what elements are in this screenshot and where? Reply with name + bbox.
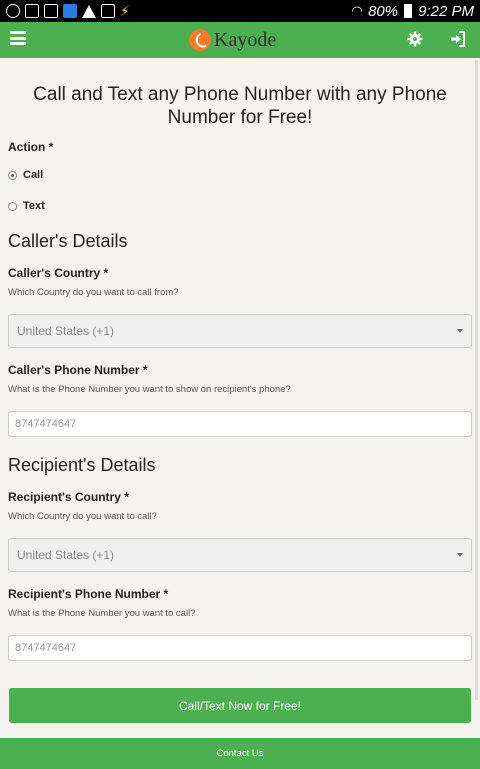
caller-country-help: Which Country do you want to call from? bbox=[8, 287, 179, 298]
hamburger-menu-icon[interactable] bbox=[10, 31, 26, 45]
recipient-country-help: Which Country do you want to call? bbox=[8, 511, 157, 522]
logo-text: Kayode bbox=[214, 28, 277, 51]
recipient-country-value: United States (+1) bbox=[17, 548, 115, 562]
recipient-country-select[interactable]: United States (+1) bbox=[8, 538, 472, 572]
caller-country-label: Caller's Country * bbox=[8, 266, 109, 280]
charging-bolt-icon: ⚡ bbox=[120, 2, 130, 19]
notification-icons: ⚡ bbox=[6, 3, 130, 20]
whatsapp-icon bbox=[6, 4, 20, 18]
radio-text[interactable] bbox=[8, 201, 17, 211]
app-notification-icon bbox=[63, 4, 77, 18]
app-bar: Kayode bbox=[0, 22, 480, 58]
status-bar: ⚡ ◠ 80% 9:22 PM bbox=[0, 0, 480, 22]
caller-section-title: Caller's Details bbox=[8, 231, 128, 251]
caller-phone-label: Caller's Phone Number * bbox=[8, 363, 148, 377]
caller-country-select[interactable]: United States (+1) bbox=[8, 314, 472, 348]
gear-icon[interactable] bbox=[407, 31, 423, 47]
caller-country-value: United States (+1) bbox=[17, 324, 115, 338]
recipient-section-title: Recipient's Details bbox=[8, 455, 156, 475]
scrollbar[interactable] bbox=[475, 60, 478, 700]
recipient-phone-input[interactable] bbox=[8, 635, 472, 661]
wifi-icon: ◠ bbox=[352, 3, 363, 18]
radio-call-label: Call bbox=[23, 169, 44, 181]
recipient-phone-help: What is the Phone Number you want to cal… bbox=[8, 608, 196, 619]
recipient-phone-label: Recipient's Phone Number * bbox=[8, 587, 169, 601]
sign-in-icon[interactable] bbox=[450, 31, 466, 47]
recipient-country-label: Recipient's Country * bbox=[8, 490, 129, 504]
battery-percent: 80% bbox=[368, 2, 399, 20]
radio-call[interactable] bbox=[8, 170, 17, 180]
action-option-call[interactable]: Call bbox=[8, 169, 43, 181]
gmail-icon bbox=[25, 4, 39, 18]
chevron-down-icon bbox=[457, 553, 463, 557]
contact-us-link[interactable]: Contact Us bbox=[217, 748, 264, 759]
main-content: Call and Text any Phone Number with any … bbox=[0, 58, 480, 738]
call-text-submit-button[interactable]: Call/Text Now for Free! bbox=[9, 688, 471, 723]
footer: Contact Us bbox=[0, 738, 480, 769]
chevron-down-icon bbox=[457, 329, 463, 333]
radio-text-label: Text bbox=[23, 200, 45, 212]
warning-icon bbox=[82, 4, 96, 18]
message-icon bbox=[44, 4, 58, 18]
clock: 9:22 PM bbox=[418, 2, 474, 20]
caller-phone-help: What is the Phone Number you want to sho… bbox=[8, 384, 291, 395]
action-option-text[interactable]: Text bbox=[8, 200, 45, 212]
phone-logo-icon bbox=[189, 29, 211, 51]
settings-notification-icon bbox=[101, 4, 115, 18]
battery-icon bbox=[404, 4, 413, 18]
page-title: Call and Text any Phone Number with any … bbox=[33, 84, 447, 128]
app-logo[interactable]: Kayode bbox=[189, 26, 276, 54]
caller-phone-input[interactable] bbox=[8, 411, 472, 437]
action-label: Action * bbox=[8, 140, 54, 154]
